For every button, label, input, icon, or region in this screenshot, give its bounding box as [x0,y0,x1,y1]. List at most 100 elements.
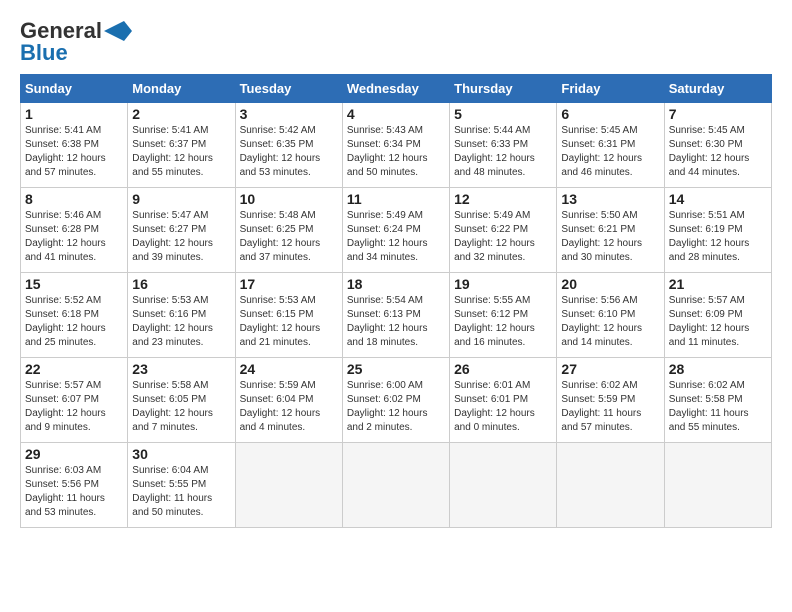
calendar-cell: 1 Sunrise: 5:41 AMSunset: 6:38 PMDayligh… [21,103,128,188]
calendar-cell [557,443,664,528]
weekday-header-tuesday: Tuesday [235,75,342,103]
day-number: 22 [25,361,123,377]
day-detail: Sunrise: 5:45 AMSunset: 6:31 PMDaylight:… [561,125,642,178]
day-number: 29 [25,446,123,462]
day-detail: Sunrise: 5:59 AMSunset: 6:04 PMDaylight:… [240,380,321,433]
day-detail: Sunrise: 5:57 AMSunset: 6:07 PMDaylight:… [25,380,106,433]
day-detail: Sunrise: 6:01 AMSunset: 6:01 PMDaylight:… [454,380,535,433]
day-number: 2 [132,106,230,122]
calendar-cell: 26 Sunrise: 6:01 AMSunset: 6:01 PMDaylig… [450,358,557,443]
day-number: 26 [454,361,552,377]
calendar-cell: 19 Sunrise: 5:55 AMSunset: 6:12 PMDaylig… [450,273,557,358]
calendar-cell: 11 Sunrise: 5:49 AMSunset: 6:24 PMDaylig… [342,188,449,273]
day-number: 14 [669,191,767,207]
day-number: 19 [454,276,552,292]
day-number: 4 [347,106,445,122]
calendar-cell: 12 Sunrise: 5:49 AMSunset: 6:22 PMDaylig… [450,188,557,273]
day-detail: Sunrise: 5:57 AMSunset: 6:09 PMDaylight:… [669,295,750,348]
weekday-header-row: SundayMondayTuesdayWednesdayThursdayFrid… [21,75,772,103]
day-detail: Sunrise: 6:04 AMSunset: 5:55 PMDaylight:… [132,465,212,518]
day-number: 15 [25,276,123,292]
calendar-cell: 20 Sunrise: 5:56 AMSunset: 6:10 PMDaylig… [557,273,664,358]
day-detail: Sunrise: 5:44 AMSunset: 6:33 PMDaylight:… [454,125,535,178]
calendar-table: SundayMondayTuesdayWednesdayThursdayFrid… [20,74,772,528]
calendar-cell: 5 Sunrise: 5:44 AMSunset: 6:33 PMDayligh… [450,103,557,188]
calendar-cell: 30 Sunrise: 6:04 AMSunset: 5:55 PMDaylig… [128,443,235,528]
day-detail: Sunrise: 5:49 AMSunset: 6:24 PMDaylight:… [347,210,428,263]
day-number: 7 [669,106,767,122]
day-detail: Sunrise: 5:54 AMSunset: 6:13 PMDaylight:… [347,295,428,348]
day-number: 12 [454,191,552,207]
logo-arrow-icon [104,21,132,41]
calendar-cell: 7 Sunrise: 5:45 AMSunset: 6:30 PMDayligh… [664,103,771,188]
day-detail: Sunrise: 5:43 AMSunset: 6:34 PMDaylight:… [347,125,428,178]
weekday-header-friday: Friday [557,75,664,103]
calendar-cell: 15 Sunrise: 5:52 AMSunset: 6:18 PMDaylig… [21,273,128,358]
week-row-5: 29 Sunrise: 6:03 AMSunset: 5:56 PMDaylig… [21,443,772,528]
day-number: 17 [240,276,338,292]
calendar-cell: 17 Sunrise: 5:53 AMSunset: 6:15 PMDaylig… [235,273,342,358]
calendar-cell: 4 Sunrise: 5:43 AMSunset: 6:34 PMDayligh… [342,103,449,188]
day-detail: Sunrise: 6:00 AMSunset: 6:02 PMDaylight:… [347,380,428,433]
calendar-cell: 29 Sunrise: 6:03 AMSunset: 5:56 PMDaylig… [21,443,128,528]
weekday-header-monday: Monday [128,75,235,103]
week-row-3: 15 Sunrise: 5:52 AMSunset: 6:18 PMDaylig… [21,273,772,358]
logo-blue-text: Blue [20,42,68,64]
day-detail: Sunrise: 5:53 AMSunset: 6:15 PMDaylight:… [240,295,321,348]
day-detail: Sunrise: 5:53 AMSunset: 6:16 PMDaylight:… [132,295,213,348]
day-number: 18 [347,276,445,292]
day-detail: Sunrise: 5:49 AMSunset: 6:22 PMDaylight:… [454,210,535,263]
calendar-cell: 27 Sunrise: 6:02 AMSunset: 5:59 PMDaylig… [557,358,664,443]
day-detail: Sunrise: 5:56 AMSunset: 6:10 PMDaylight:… [561,295,642,348]
day-number: 21 [669,276,767,292]
day-number: 16 [132,276,230,292]
day-number: 10 [240,191,338,207]
calendar-cell [450,443,557,528]
weekday-header-wednesday: Wednesday [342,75,449,103]
page-header: General Blue [20,20,772,64]
day-number: 13 [561,191,659,207]
day-detail: Sunrise: 5:51 AMSunset: 6:19 PMDaylight:… [669,210,750,263]
day-detail: Sunrise: 6:02 AMSunset: 5:58 PMDaylight:… [669,380,749,433]
weekday-header-sunday: Sunday [21,75,128,103]
day-number: 25 [347,361,445,377]
day-detail: Sunrise: 5:41 AMSunset: 6:37 PMDaylight:… [132,125,213,178]
day-number: 20 [561,276,659,292]
calendar-cell: 3 Sunrise: 5:42 AMSunset: 6:35 PMDayligh… [235,103,342,188]
day-number: 3 [240,106,338,122]
day-number: 6 [561,106,659,122]
day-number: 8 [25,191,123,207]
day-number: 23 [132,361,230,377]
calendar-cell: 14 Sunrise: 5:51 AMSunset: 6:19 PMDaylig… [664,188,771,273]
calendar-cell: 25 Sunrise: 6:00 AMSunset: 6:02 PMDaylig… [342,358,449,443]
calendar-cell: 28 Sunrise: 6:02 AMSunset: 5:58 PMDaylig… [664,358,771,443]
week-row-2: 8 Sunrise: 5:46 AMSunset: 6:28 PMDayligh… [21,188,772,273]
calendar-cell [235,443,342,528]
day-detail: Sunrise: 5:52 AMSunset: 6:18 PMDaylight:… [25,295,106,348]
calendar-cell: 13 Sunrise: 5:50 AMSunset: 6:21 PMDaylig… [557,188,664,273]
weekday-header-saturday: Saturday [664,75,771,103]
day-number: 9 [132,191,230,207]
calendar-cell: 16 Sunrise: 5:53 AMSunset: 6:16 PMDaylig… [128,273,235,358]
calendar-cell: 10 Sunrise: 5:48 AMSunset: 6:25 PMDaylig… [235,188,342,273]
logo: General Blue [20,20,132,64]
day-number: 28 [669,361,767,377]
calendar-cell: 21 Sunrise: 5:57 AMSunset: 6:09 PMDaylig… [664,273,771,358]
calendar-cell: 22 Sunrise: 5:57 AMSunset: 6:07 PMDaylig… [21,358,128,443]
day-number: 30 [132,446,230,462]
weekday-header-thursday: Thursday [450,75,557,103]
day-detail: Sunrise: 5:42 AMSunset: 6:35 PMDaylight:… [240,125,321,178]
calendar-cell: 9 Sunrise: 5:47 AMSunset: 6:27 PMDayligh… [128,188,235,273]
calendar-cell [664,443,771,528]
day-detail: Sunrise: 5:41 AMSunset: 6:38 PMDaylight:… [25,125,106,178]
calendar-cell: 24 Sunrise: 5:59 AMSunset: 6:04 PMDaylig… [235,358,342,443]
day-detail: Sunrise: 6:03 AMSunset: 5:56 PMDaylight:… [25,465,105,518]
day-number: 27 [561,361,659,377]
day-detail: Sunrise: 5:50 AMSunset: 6:21 PMDaylight:… [561,210,642,263]
week-row-4: 22 Sunrise: 5:57 AMSunset: 6:07 PMDaylig… [21,358,772,443]
calendar-cell: 8 Sunrise: 5:46 AMSunset: 6:28 PMDayligh… [21,188,128,273]
day-detail: Sunrise: 5:46 AMSunset: 6:28 PMDaylight:… [25,210,106,263]
calendar-cell: 6 Sunrise: 5:45 AMSunset: 6:31 PMDayligh… [557,103,664,188]
day-number: 24 [240,361,338,377]
logo-text: General [20,20,102,42]
